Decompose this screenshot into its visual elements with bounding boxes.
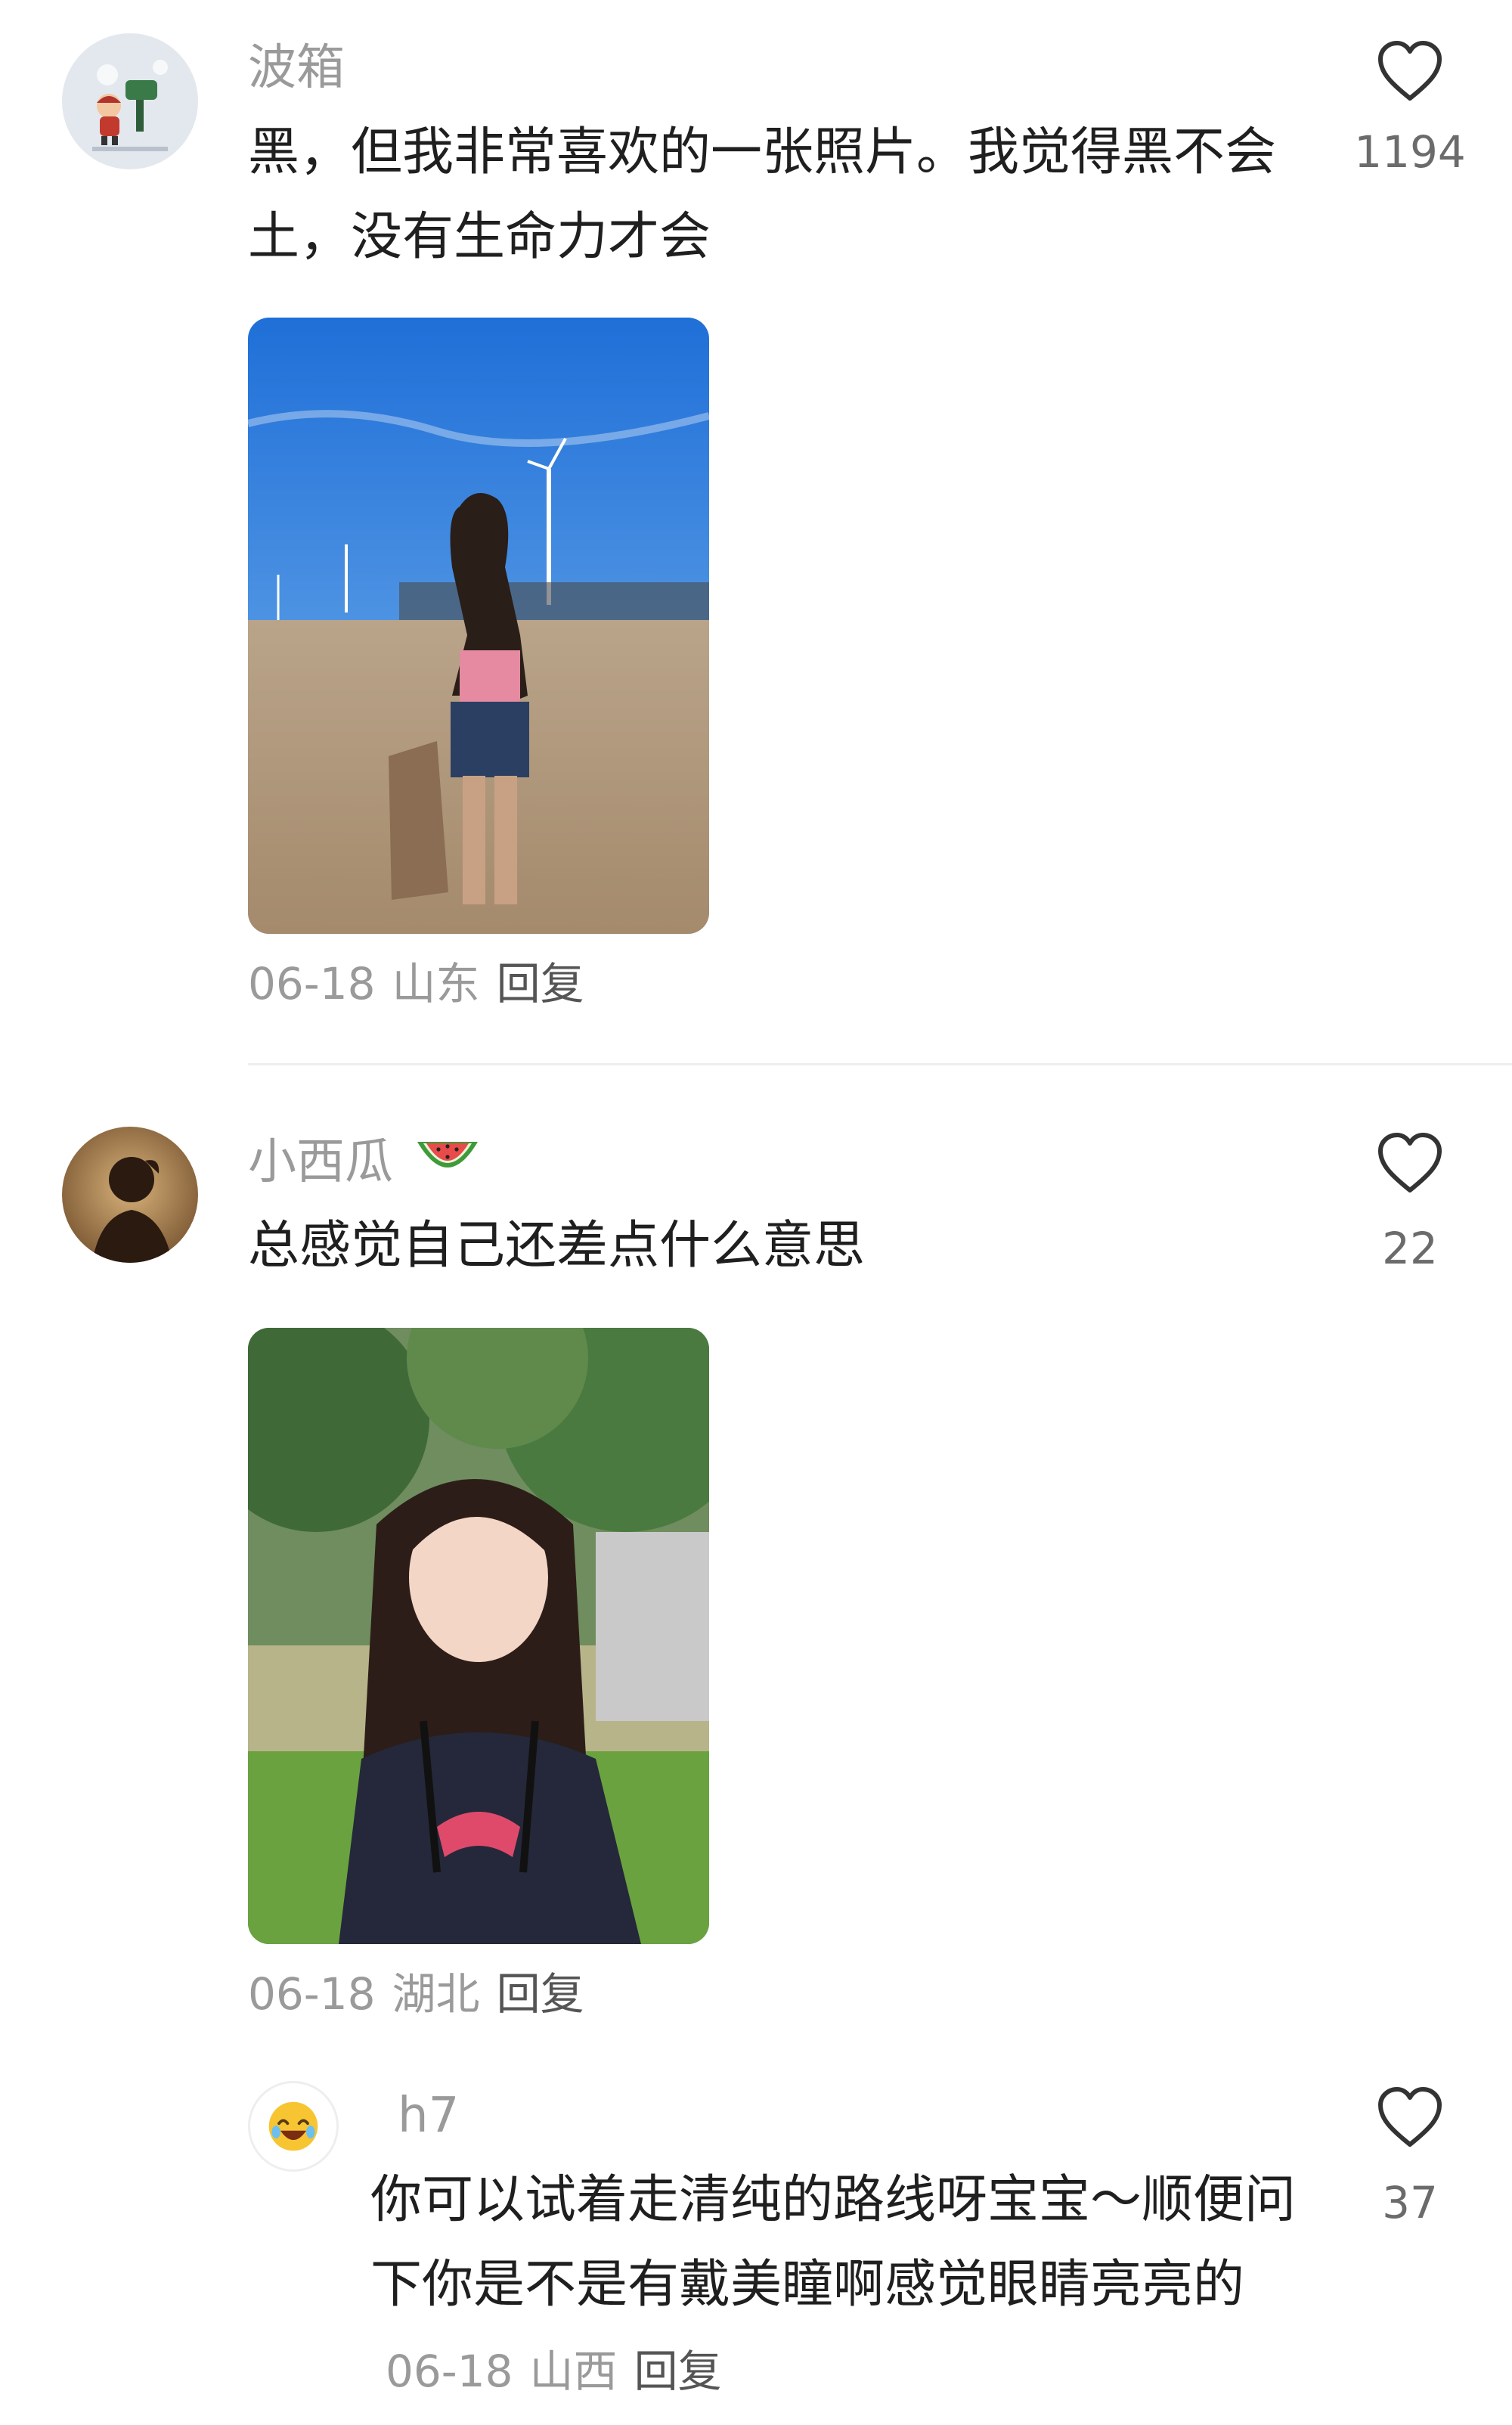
watermelon-icon — [414, 1136, 481, 1192]
comment-username-text: 小西瓜 — [248, 1134, 393, 1190]
comment-divider — [248, 1063, 1512, 1065]
avatar-h7[interactable] — [248, 2081, 339, 2172]
comment-photo-beach[interactable] — [248, 318, 709, 934]
reply-button[interactable]: 回复 — [497, 1968, 584, 2020]
reply-location: 山西 — [529, 2346, 618, 2397]
like-count: 22 — [1382, 1223, 1438, 1274]
cartoon-mailbox-avatar — [62, 33, 198, 169]
laughing-emoji-avatar — [268, 2101, 318, 2151]
comment-text: 黑，但我非常喜欢的一张照片。我觉得黑不会土，没有生命力才会 — [248, 122, 1277, 267]
comment-username[interactable]: 波箱 — [248, 44, 345, 92]
avatar-bo-xiang[interactable] — [62, 33, 198, 169]
portrait-photo-image — [248, 1328, 709, 1944]
heart-outline-icon[interactable] — [1376, 1131, 1444, 1195]
comment-meta: 06-18 山东 回复 — [248, 962, 584, 1006]
comment-username[interactable]: 小西瓜 — [248, 1136, 481, 1192]
reply-button[interactable]: 回复 — [497, 958, 584, 1009]
like-count: 1194 — [1354, 126, 1466, 178]
silhouette-avatar — [62, 1127, 198, 1263]
reply-text: 你可以试着走清纯的路线呀宝宝～顺便问下你是不是有戴美瞳啊感觉眼睛亮亮的 — [370, 2170, 1297, 2315]
heart-outline-icon[interactable] — [1376, 39, 1444, 103]
heart-outline-icon[interactable] — [1376, 2085, 1444, 2149]
beach-photo-image — [248, 318, 709, 934]
like-count: 37 — [1382, 2177, 1438, 2228]
comment-text: 总感觉自己还差点什么意思 — [248, 1216, 866, 1276]
comment-location: 湖北 — [392, 1968, 480, 2020]
reply-text-block: 你可以试着走清纯的路线呀宝宝～顺便问下你是不是有戴美瞳啊感觉眼睛亮亮的 06-18… — [370, 2158, 1323, 2412]
avatar-xiao-xi-gua[interactable] — [62, 1127, 198, 1263]
reply-button[interactable]: 回复 — [634, 2346, 722, 2397]
reply-date: 06-18 — [386, 2346, 513, 2397]
reply-username[interactable]: h7 — [398, 2092, 459, 2140]
comment-photo-portrait[interactable] — [248, 1328, 709, 1944]
comment-meta: 06-18 湖北 回复 — [248, 1972, 584, 2016]
reply-meta: 06-18 山西 回复 — [386, 2346, 722, 2397]
comment-date: 06-18 — [248, 958, 376, 1009]
comment-location: 山东 — [392, 958, 480, 1009]
comment-date: 06-18 — [248, 1968, 376, 2020]
